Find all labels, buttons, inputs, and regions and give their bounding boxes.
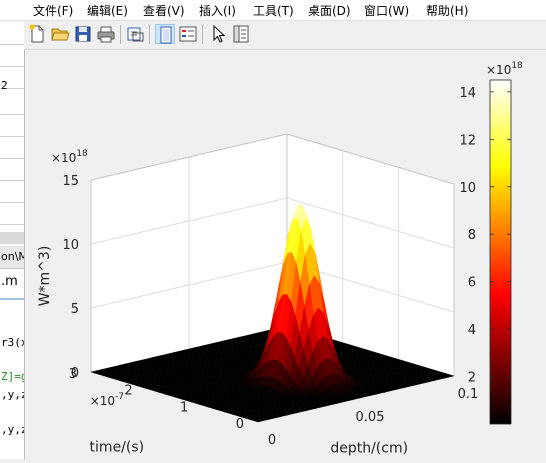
panel-row — [0, 92, 24, 115]
menu-window[interactable]: 窗口(W) — [364, 2, 409, 19]
depth-tick-label: 0 — [268, 433, 276, 448]
colorbar-exponent-base: ×1018 — [486, 61, 523, 77]
colorbar-exponent-power: 18 — [511, 61, 523, 71]
path-text: on\M — [1, 250, 24, 263]
colorbar-tick-label: 12 — [459, 133, 476, 148]
time-axis-label: time/(s) — [90, 440, 145, 456]
figure-toolbar — [24, 21, 546, 50]
time-tick-label: 2 — [124, 384, 132, 399]
surface-plot[interactable]: 051015012300.050.1×1018×10-7W*m^3)time/(… — [25, 50, 546, 459]
new-file-icon[interactable] — [27, 24, 47, 44]
panel-text: 2 — [1, 79, 8, 92]
colorbar: 2 4 6 8 10 12 14 ×1018 — [459, 61, 523, 425]
colorbar-tick-label: 14 — [459, 86, 476, 101]
panel-row — [0, 158, 24, 181]
figure-canvas[interactable]: 0 5 10 15 0 1 2 3 0 0.05 0.1 ×1018 ×10-7 W*m^3) time/(… — [25, 50, 546, 459]
panel-row — [0, 136, 24, 159]
time-tick-label: 1 — [180, 400, 188, 415]
background-editor-panel: 2 on\M .m r3(x Z]=g ,y,z ,y,z — [0, 22, 25, 459]
panel-row — [0, 202, 24, 225]
time-exponent-base: ×10-7 — [90, 392, 124, 408]
open-folder-icon[interactable] — [50, 24, 70, 44]
colorbar-tick-label: 8 — [468, 228, 476, 243]
menu-insert[interactable]: 插入(I) — [199, 2, 236, 19]
colorbar-tick-label: 10 — [459, 181, 476, 196]
code-line: ,y,z — [1, 423, 25, 436]
z-tick-label: 10 — [62, 238, 79, 253]
menu-view[interactable]: 查看(V) — [143, 2, 185, 19]
menu-desktop[interactable]: 桌面(D) — [308, 2, 351, 19]
depth-tick-label: 0.1 — [458, 387, 479, 402]
insert-legend-icon[interactable] — [178, 24, 198, 44]
menu-help[interactable]: 帮助(H) — [426, 2, 468, 19]
file-name-text: .m — [1, 274, 18, 289]
time-tick-label: 3 — [69, 367, 77, 382]
depth-axis-label: depth/(cm) — [330, 440, 408, 456]
z-axis-label: W*m^3) — [37, 246, 53, 307]
figure-link-icon[interactable] — [155, 24, 175, 44]
menu-bar: 文件(F) 编辑(E) 查看(V) 插入(I) 工具(T) 桌面(D) 窗口(W… — [0, 0, 546, 21]
panel-row — [0, 22, 24, 45]
colorbar-tick-label: 2 — [468, 371, 476, 386]
depth-tick-label: 0.05 — [356, 410, 385, 425]
colorbar-tick-label: 6 — [468, 276, 476, 291]
z-exponent-base: ×1018 — [51, 149, 88, 165]
z-tick-label: 5 — [71, 302, 79, 317]
time-tick-label: 0 — [236, 417, 244, 432]
panel-divider — [0, 298, 24, 300]
z-tick-label: 15 — [62, 174, 79, 189]
pointer-icon[interactable] — [208, 24, 228, 44]
panel-path-bar: on\M — [0, 246, 24, 269]
toolbar-separator — [202, 25, 203, 44]
print-icon[interactable] — [96, 24, 116, 44]
menu-tools[interactable]: 工具(T) — [253, 2, 294, 19]
colorbar-tick-label: 4 — [468, 323, 476, 338]
code-line: ,y,z — [1, 388, 25, 401]
save-icon[interactable] — [73, 24, 93, 44]
toolbar-separator — [149, 25, 150, 44]
code-line: r3(x — [1, 336, 25, 349]
panel-row — [0, 114, 24, 137]
time-exponent-power: -7 — [115, 392, 124, 402]
menu-file[interactable]: 文件(F) — [33, 2, 73, 19]
panel-scrollbar[interactable] — [0, 232, 24, 244]
code-line: Z]=g — [1, 370, 25, 383]
colorbar-gradient — [489, 79, 512, 425]
property-editor-icon[interactable] — [231, 24, 251, 44]
z-exponent-power: 18 — [76, 149, 88, 159]
toolbar-separator — [120, 25, 121, 44]
print-preview-icon[interactable] — [125, 24, 145, 44]
panel-row — [0, 180, 24, 203]
panel-row — [0, 44, 24, 67]
menu-edit[interactable]: 编辑(E) — [87, 2, 128, 19]
